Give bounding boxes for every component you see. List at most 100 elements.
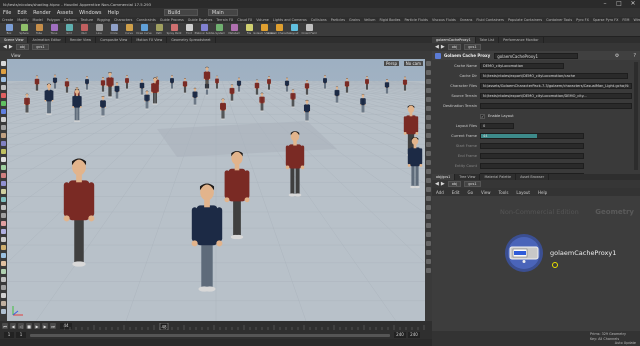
menu-edit[interactable]: Edit [14, 10, 30, 16]
param-field[interactable] [480, 103, 632, 109]
viewport-tool-icon[interactable] [1, 69, 6, 74]
display-option-icon[interactable] [426, 79, 431, 84]
display-option-icon[interactable] [426, 61, 431, 66]
stop-icon[interactable]: ■ [26, 323, 32, 329]
display-option-icon[interactable] [426, 115, 431, 120]
network-menu-go[interactable]: Go [464, 190, 478, 195]
minimize-button[interactable]: – [598, 0, 612, 8]
display-option-icon[interactable] [426, 232, 431, 237]
viewport-tool-icon[interactable] [1, 261, 6, 266]
viewport-tool-icon[interactable] [1, 157, 6, 162]
viewport-tool-icon[interactable] [1, 229, 6, 234]
param-field[interactable]: DEMO_cityLocomotion [480, 63, 564, 69]
shelf-tool[interactable]: Circle [108, 24, 120, 36]
viewport-tool-icon[interactable] [1, 205, 6, 210]
gear-icon[interactable]: ⚙ [615, 53, 619, 59]
network-editor[interactable]: Non-Commercial Edition Geometry golaemCa… [432, 196, 640, 331]
menu-render[interactable]: Render [30, 10, 54, 16]
range-slider[interactable] [30, 333, 390, 337]
range-start-field[interactable]: 1 [16, 332, 26, 338]
enable-layout-checkbox[interactable]: ✓ [480, 113, 485, 119]
node-name-label[interactable]: golaemCacheProxy1 [550, 249, 616, 257]
shelf-tool[interactable]: Golaem Character [267, 24, 291, 36]
viewport-tool-icon[interactable] [1, 85, 6, 90]
range-end-field[interactable]: 240 [394, 332, 406, 338]
viewport-tool-icon[interactable] [1, 309, 6, 314]
shelf-tool[interactable]: Spray Paint [167, 24, 181, 36]
display-option-icon[interactable] [426, 268, 431, 273]
network-menu-help[interactable]: Help [534, 190, 551, 195]
forward-icon[interactable]: ▶ [441, 44, 445, 50]
auto-update-menu[interactable]: Auto Update [615, 341, 636, 345]
play-reverse-icon[interactable]: ◁ [18, 323, 24, 329]
network-menu-tools[interactable]: Tools [495, 190, 513, 195]
end-frame-field[interactable]: 240 [408, 332, 420, 338]
viewport-tool-icon[interactable] [1, 165, 6, 170]
viewport-tool-icon[interactable] [1, 61, 6, 66]
viewport-tool-icon[interactable] [1, 189, 6, 194]
display-option-icon[interactable] [426, 196, 431, 201]
shelf-tool[interactable]: Box [3, 24, 15, 36]
param-field[interactable] [480, 163, 584, 169]
display-option-icon[interactable] [426, 97, 431, 102]
param-field[interactable]: N:/assets/GolaemCharacterPack-7.3/golaem… [480, 83, 632, 89]
step-back-icon[interactable]: ◀ [10, 323, 16, 329]
shelf-tool[interactable]: Line [93, 24, 105, 36]
shelf-tool[interactable]: Null [78, 24, 90, 36]
viewport-tool-icon[interactable] [1, 213, 6, 218]
shelf-tool[interactable]: Crowd Field [302, 24, 317, 36]
display-option-icon[interactable] [426, 259, 431, 264]
shelf-tool[interactable]: Curve [123, 24, 135, 36]
path-gcs1[interactable]: gcs1 [464, 181, 481, 187]
param-field[interactable]: N:/tests/ntoles/export/DEMO_cityLocomoti… [480, 73, 628, 79]
shelf-set-select[interactable]: Main [207, 9, 238, 16]
camera-menu[interactable]: Persp [384, 61, 399, 66]
viewport-tool-icon[interactable] [1, 109, 6, 114]
display-option-icon[interactable] [426, 151, 431, 156]
back-icon[interactable]: ◀ [435, 44, 439, 50]
desktop-select[interactable]: Build [163, 9, 198, 16]
shelf-tool[interactable]: Torus [48, 24, 60, 36]
shelf-tool[interactable]: Tube [33, 24, 45, 36]
viewport-tool-icon[interactable] [1, 149, 6, 154]
camera-lock-menu[interactable]: No cam [403, 61, 423, 66]
shelf-tool[interactable]: Grid [63, 24, 75, 36]
viewport-tool-icon[interactable] [1, 77, 6, 82]
maximize-button[interactable]: □ [612, 0, 626, 8]
param-scrollbar[interactable] [634, 62, 638, 170]
path-obj[interactable]: obj [447, 181, 462, 187]
display-option-icon[interactable] [426, 214, 431, 219]
display-option-icon[interactable] [426, 250, 431, 255]
network-menu-layout[interactable]: Layout [512, 190, 534, 195]
display-option-icon[interactable] [426, 169, 431, 174]
shelf-tool[interactable]: Sphere [18, 24, 30, 36]
shelf-tool[interactable]: Draw Curve [136, 24, 152, 36]
viewport-tool-icon[interactable] [1, 197, 6, 202]
display-option-icon[interactable] [426, 178, 431, 183]
display-option-icon[interactable] [426, 133, 431, 138]
viewport-tool-icon[interactable] [1, 301, 6, 306]
viewport-tool-icon[interactable] [1, 245, 6, 250]
viewport-tool-icon[interactable] [1, 237, 6, 242]
close-button[interactable]: ✕ [626, 0, 640, 8]
scene-viewport[interactable]: Persp No cam [7, 59, 425, 321]
menu-file[interactable]: File [0, 10, 14, 16]
path-obj[interactable]: obj [15, 44, 30, 50]
viewport-tool-icon[interactable] [1, 293, 6, 298]
viewport-tool-icon[interactable] [1, 141, 6, 146]
path-gcs1[interactable]: gcs1 [464, 44, 481, 50]
viewport-tool-icon[interactable] [1, 93, 6, 98]
start-frame-field[interactable]: 1 [4, 332, 14, 338]
display-option-icon[interactable] [426, 160, 431, 165]
network-menu-view[interactable]: View [477, 190, 495, 195]
param-field[interactable]: N:/tests/ntoles/export/DEMO_cityLocomoti… [480, 93, 632, 99]
display-option-icon[interactable] [426, 142, 431, 147]
viewport-tool-icon[interactable] [1, 285, 6, 290]
display-option-icon[interactable] [426, 124, 431, 129]
forward-icon[interactable]: ▶ [441, 181, 445, 187]
viewport-tool-icon[interactable] [1, 117, 6, 122]
back-icon[interactable]: ◀ [3, 44, 7, 50]
back-icon[interactable]: ◀ [435, 181, 439, 187]
display-option-icon[interactable] [426, 223, 431, 228]
jump-start-icon[interactable]: ⏮ [2, 323, 8, 329]
